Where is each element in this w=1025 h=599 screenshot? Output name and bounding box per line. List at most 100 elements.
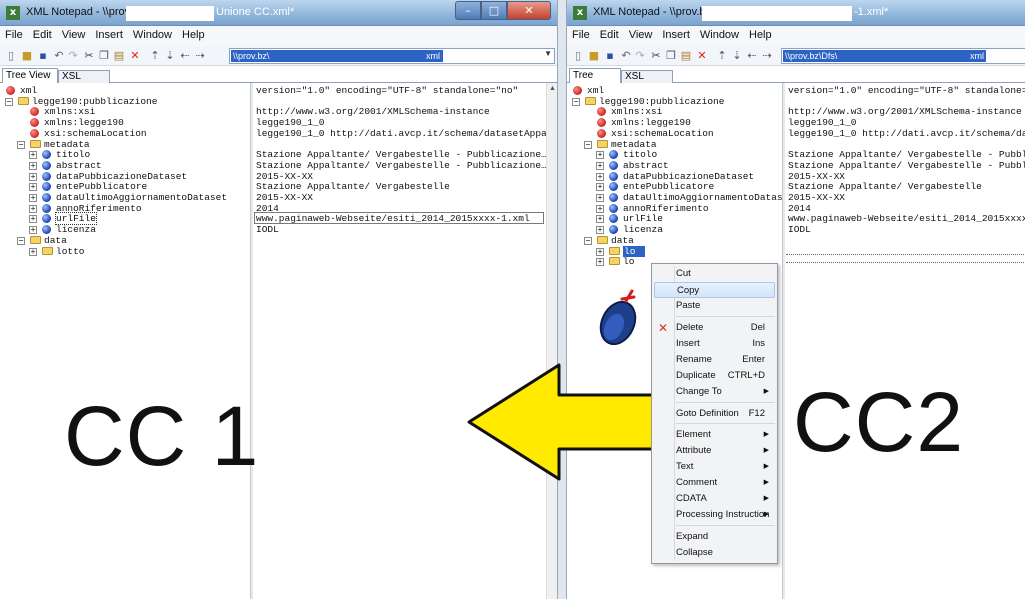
node-value[interactable]: legge190_1_0	[256, 117, 324, 128]
delete-icon[interactable]: ✕	[695, 49, 709, 63]
nudge-up-icon[interactable]: ⇡	[715, 49, 729, 63]
nudge-right-icon[interactable]: ⇢	[193, 49, 207, 63]
node-value[interactable]: version="1.0" encoding="UTF-8" standalon…	[788, 85, 1025, 96]
menu-edit[interactable]: Edit	[28, 26, 57, 41]
node-value[interactable]: IODL	[256, 224, 279, 235]
tree-node[interactable]: − data	[567, 235, 782, 246]
open-folder-icon[interactable]: ■	[587, 49, 601, 63]
expand-icon[interactable]: +	[29, 247, 37, 256]
tree-node[interactable]: + entePubblicatore	[567, 181, 782, 192]
tree-node[interactable]: xml	[567, 85, 782, 96]
node-value[interactable]: legge190_1_0 http://dati.avcp.it/schema/…	[256, 128, 547, 139]
left-scrollbar[interactable]: ▲	[546, 83, 557, 599]
tree-node[interactable]: xmlns:legge190	[0, 117, 250, 128]
menu-view[interactable]: View	[57, 26, 91, 41]
node-value[interactable]: www.paginaweb-Webseite/esiti_2014_2015xx…	[256, 213, 530, 224]
nudge-down-icon[interactable]: ⇣	[163, 49, 177, 63]
nudge-left-icon[interactable]: ⇠	[745, 49, 759, 63]
paste-icon[interactable]: ▤	[679, 49, 693, 63]
menu-insert[interactable]: Insert	[90, 26, 128, 41]
expand-icon[interactable]: +	[596, 151, 604, 160]
right-location-combobox[interactable]: \\prov.bz\Dfs\ xml	[781, 48, 1025, 64]
tree-node[interactable]: + dataPubbicazioneDataset	[567, 171, 782, 182]
undo-icon[interactable]: ↶	[52, 49, 66, 63]
delete-icon[interactable]: ✕	[128, 49, 142, 63]
menu-item-insert[interactable]: Insert Ins	[654, 336, 775, 352]
menu-item-copy[interactable]: Copy	[654, 282, 775, 298]
collapse-icon[interactable]: −	[584, 236, 592, 245]
collapse-icon[interactable]: −	[17, 140, 25, 149]
node-value[interactable]: 2015-XX-XX	[788, 171, 845, 182]
menu-item-goto-definition[interactable]: Goto Definition F12	[654, 406, 775, 422]
menu-item-paste[interactable]: Paste	[654, 298, 775, 314]
menu-help[interactable]: Help	[177, 26, 210, 41]
tree-node[interactable]: + dataPubbicazioneDataset	[0, 171, 250, 182]
expand-icon[interactable]: +	[596, 172, 604, 181]
tab-xsl-output[interactable]: XSL Output	[58, 70, 110, 94]
redo-icon[interactable]: ↷	[66, 49, 80, 63]
menu-item-duplicate[interactable]: Duplicate CTRL+D	[654, 368, 775, 384]
tree-node[interactable]: + titolo	[0, 149, 250, 160]
expand-icon[interactable]: +	[29, 172, 37, 181]
expand-icon[interactable]: +	[29, 204, 37, 213]
tab-xsl-output[interactable]: XSL Output	[621, 70, 673, 94]
tree-node[interactable]: + urlFile	[0, 212, 250, 226]
new-file-icon[interactable]: ▯	[571, 49, 585, 63]
menu-item-cdata[interactable]: CDATA ▶	[654, 491, 775, 507]
expand-icon[interactable]: +	[596, 194, 604, 202]
expand-icon[interactable]: +	[29, 183, 37, 192]
tree-node[interactable]: + licenza	[0, 224, 250, 235]
close-icon[interactable]: ✕	[507, 1, 551, 20]
menu-view[interactable]: View	[624, 26, 658, 41]
menu-item-expand[interactable]: Expand	[654, 529, 775, 545]
node-value[interactable]: Stazione Appaltante/ Vergabestelle - Pub…	[256, 149, 547, 160]
cut-icon[interactable]: ✂	[82, 49, 96, 63]
expand-icon[interactable]: +	[596, 258, 604, 267]
tree-node[interactable]: − legge190:pubblicazione	[567, 96, 782, 107]
expand-icon[interactable]: +	[596, 215, 604, 224]
undo-icon[interactable]: ↶	[619, 49, 633, 63]
tree-node[interactable]: − metadata	[0, 139, 250, 150]
collapse-icon[interactable]: −	[5, 97, 13, 106]
expand-icon[interactable]: +	[29, 161, 37, 170]
left-location-combobox[interactable]: \\prov.bz\ xml ▼	[229, 48, 555, 64]
new-file-icon[interactable]: ▯	[4, 49, 18, 63]
menu-file[interactable]: File	[0, 26, 28, 41]
tree-node[interactable]: + annoRiferimento	[0, 203, 250, 214]
menu-item-attribute[interactable]: Attribute ▶	[654, 443, 775, 459]
node-value[interactable]: Stazione Appaltante/ Vergabestelle - Pub…	[788, 149, 1025, 160]
paste-icon[interactable]: ▤	[112, 49, 126, 63]
expand-icon[interactable]: +	[29, 194, 37, 202]
tree-node[interactable]: + dataUltimoAggiornamentoDatas	[567, 192, 783, 203]
node-value[interactable]: http://www.w3.org/2001/XMLSchema-instanc…	[788, 106, 1022, 117]
menu-item-text[interactable]: Text ▶	[654, 459, 775, 475]
tree-node[interactable]: xml	[0, 85, 250, 96]
tree-node[interactable]: − metadata	[567, 139, 782, 150]
tab-tree-view[interactable]: Tree View	[569, 68, 621, 95]
nudge-up-icon[interactable]: ⇡	[148, 49, 162, 63]
copy-icon[interactable]: ❐	[664, 49, 678, 63]
expand-icon[interactable]: +	[29, 151, 37, 160]
menu-item-collapse[interactable]: Collapse	[654, 545, 775, 561]
menu-item-comment[interactable]: Comment ▶	[654, 475, 775, 491]
tree-node[interactable]: xsi:schemaLocation	[0, 128, 250, 139]
tree-node[interactable]: xmlns:legge190	[567, 117, 782, 128]
menu-item-rename[interactable]: Rename Enter	[654, 352, 775, 368]
menu-window[interactable]: Window	[695, 26, 744, 41]
node-value[interactable]: 2015-XX-XX	[256, 192, 313, 203]
node-value[interactable]: Stazione Appaltante/ Vergabestelle - Pub…	[256, 160, 547, 171]
tree-node[interactable]: xsi:schemaLocation	[567, 128, 782, 139]
expand-icon[interactable]: +	[29, 215, 37, 224]
node-value[interactable]: Stazione Appaltante/ Vergabestelle	[788, 181, 982, 192]
expand-icon[interactable]: +	[596, 161, 604, 170]
nudge-left-icon[interactable]: ⇠	[178, 49, 192, 63]
node-value[interactable]: http://www.w3.org/2001/XMLSchema-instanc…	[256, 106, 490, 117]
redo-icon[interactable]: ↷	[633, 49, 647, 63]
node-value[interactable]: www.paginaweb-Webseite/esiti_2014_2015xx…	[788, 213, 1025, 224]
menu-window[interactable]: Window	[128, 26, 177, 41]
tree-node[interactable]: + dataUltimoAggiornamentoDataset	[0, 192, 250, 203]
expand-icon[interactable]: +	[596, 183, 604, 192]
node-value[interactable]: version="1.0" encoding="UTF-8" standalon…	[256, 85, 518, 96]
tree-node[interactable]: + titolo	[567, 149, 782, 160]
menu-item-change-to[interactable]: Change To ▶	[654, 384, 775, 400]
